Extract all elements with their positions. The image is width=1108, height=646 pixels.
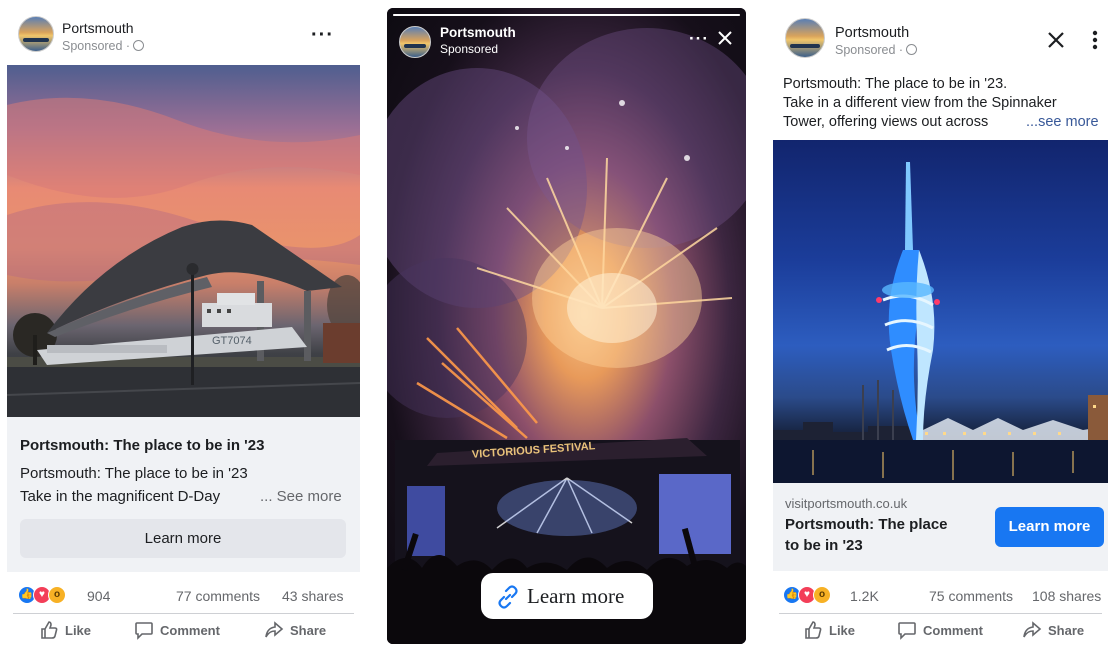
learn-more-button[interactable]: Learn more: [995, 507, 1104, 547]
ad-text-line-1: Portsmouth: The place to be in '23.: [783, 76, 1008, 92]
ad-text-line-2: Take in a different view from the Spinna…: [783, 95, 1057, 111]
more-options-icon[interactable]: ···: [689, 30, 709, 47]
engagement-stats: 👍 ♥ o 1.2K 75 comments 108 shares: [773, 584, 1108, 608]
feed-ad-1: Portsmouth Sponsored · ··· GT7074 Portsm…: [7, 0, 360, 646]
shares-count[interactable]: 43 shares: [282, 588, 343, 604]
fireworks-scene-illustration: VICTORIOUS FESTIVAL: [387, 28, 746, 644]
ad-headline[interactable]: Portsmouth: The place to be in '23: [20, 437, 264, 454]
link-preview-bar[interactable]: visitportsmouth.co.uk Portsmouth: The pl…: [773, 483, 1108, 571]
learn-more-label: Learn more: [527, 584, 625, 608]
ship-scene-illustration: GT7074: [7, 97, 360, 417]
page-name[interactable]: Portsmouth: [835, 25, 909, 41]
link-title[interactable]: Portsmouth: The place to be in '23: [785, 514, 965, 556]
more-options-vertical-icon[interactable]: [1092, 30, 1098, 55]
page-name[interactable]: Portsmouth: [62, 20, 134, 36]
thumbs-up-icon: [41, 621, 58, 639]
ad-text-line-2: Take in the magnificent D-Day: [20, 488, 221, 505]
reaction-count[interactable]: 1.2K: [850, 588, 879, 604]
close-icon[interactable]: [716, 29, 734, 52]
share-button[interactable]: Share: [1022, 620, 1084, 642]
like-button[interactable]: Like: [803, 620, 855, 642]
feed-ad-3: Portsmouth Sponsored · Portsmouth: The p…: [773, 0, 1108, 646]
comments-count[interactable]: 75 comments: [929, 588, 1013, 604]
link-icon: [498, 585, 518, 609]
link-domain: visitportsmouth.co.uk: [785, 496, 908, 511]
globe-icon: [906, 44, 918, 55]
comment-icon: [898, 622, 916, 640]
ad-text-line-3: Tower, offering views out across: [783, 114, 989, 130]
wow-reaction-icon[interactable]: o: [48, 586, 66, 604]
sponsored-label: Sponsored ·: [62, 39, 145, 53]
wow-reaction-icon[interactable]: o: [813, 586, 831, 604]
learn-more-button[interactable]: Learn more: [20, 519, 346, 558]
ship-hull-number: GT7074: [212, 335, 252, 347]
sponsored-label: Sponsored: [440, 42, 499, 56]
shares-count[interactable]: 108 shares: [1032, 588, 1101, 604]
comments-count[interactable]: 77 comments: [176, 588, 260, 604]
close-icon[interactable]: [1046, 30, 1066, 55]
see-more-link[interactable]: ...see more: [1026, 114, 1099, 130]
page-avatar[interactable]: [18, 16, 54, 52]
divider: [779, 613, 1102, 614]
story-progress-bar: [393, 14, 740, 16]
share-icon: [1023, 621, 1042, 638]
see-more-link[interactable]: ... See more: [260, 488, 342, 505]
page-avatar[interactable]: [399, 26, 431, 58]
comment-icon: [135, 622, 153, 640]
story-ad: VICTORIOUS FESTIVAL Portsmouth Sponsored…: [387, 8, 746, 644]
share-icon: [265, 621, 284, 638]
page-avatar[interactable]: [785, 18, 825, 58]
ad-text-line-1: Portsmouth: The place to be in '23: [20, 465, 248, 482]
reaction-count[interactable]: 904: [87, 588, 110, 604]
comment-button[interactable]: Comment: [134, 620, 220, 642]
ad-card-body: Portsmouth: The place to be in '23 Ports…: [7, 417, 360, 572]
divider: [13, 613, 354, 614]
ad-image-spinnaker-tower[interactable]: [773, 140, 1108, 483]
comment-button[interactable]: Comment: [897, 620, 983, 642]
like-button[interactable]: Like: [39, 620, 91, 642]
ad-image-ddday-ship[interactable]: GT7074: [7, 65, 360, 417]
ad-header: Portsmouth Sponsored · ···: [7, 0, 360, 62]
spinnaker-tower-illustration: [773, 162, 1108, 483]
story-image-fireworks[interactable]: VICTORIOUS FESTIVAL: [387, 8, 746, 644]
share-button[interactable]: Share: [264, 620, 326, 642]
learn-more-button[interactable]: Learn more: [481, 573, 653, 619]
page-name[interactable]: Portsmouth: [440, 25, 516, 40]
sponsored-label: Sponsored ·: [835, 43, 918, 57]
thumbs-up-icon: [805, 621, 822, 639]
globe-icon: [133, 40, 145, 51]
more-options-icon[interactable]: ···: [311, 25, 334, 45]
engagement-stats: 👍 ♥ o 904 77 comments 43 shares: [7, 584, 360, 608]
